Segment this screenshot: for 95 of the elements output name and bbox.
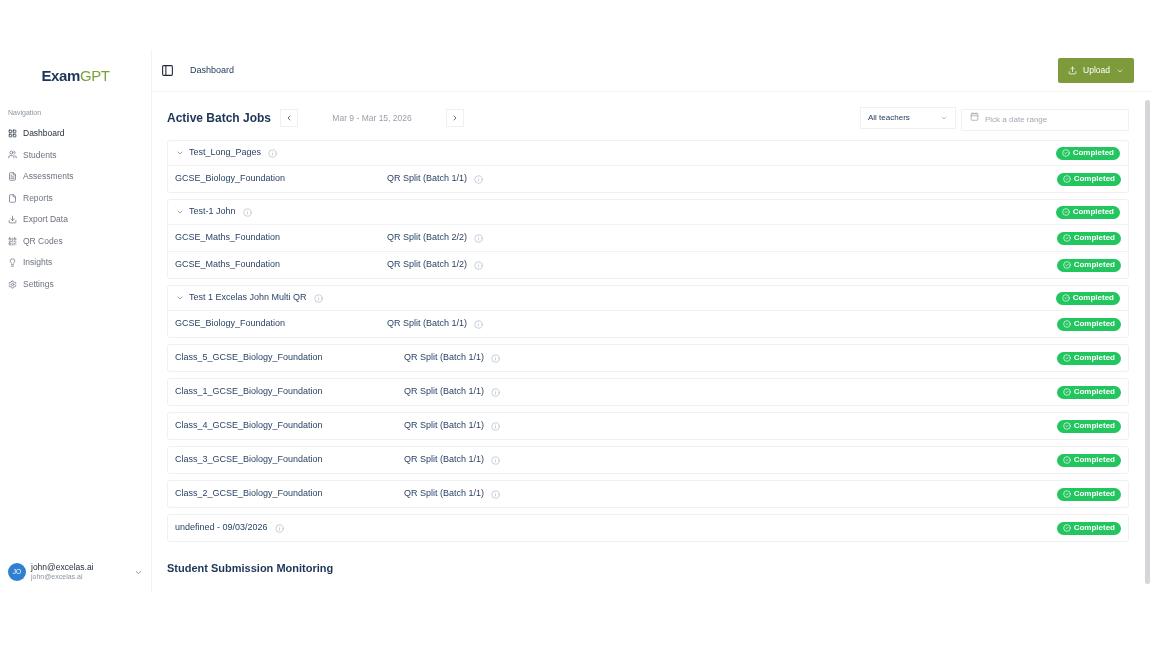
job-type: QR Split (Batch 1/1) [387, 317, 468, 331]
job-name[interactable]: GCSE_Biology_Foundation [175, 317, 387, 331]
status-badge: Completed [1055, 291, 1120, 305]
date-range-label: Mar 9 - Mar 15, 2026 [331, 111, 413, 125]
job-type: QR Split (Batch 1/1) [404, 487, 485, 501]
group-toggle[interactable]: Test-1 John [176, 205, 236, 219]
nav-item[interactable]: Insights [0, 252, 151, 274]
job-name[interactable]: GCSE_Maths_Foundation [175, 231, 387, 245]
job-type: QR Split (Batch 1/2) [387, 258, 468, 272]
previous-week-button[interactable] [280, 109, 299, 127]
status-badge: Completed [1056, 419, 1121, 433]
status-badge: Completed [1056, 487, 1121, 501]
file-icon [8, 193, 17, 203]
lightbulb-icon [8, 258, 17, 268]
status-badge: Completed [1056, 172, 1121, 186]
status-badge: Completed [1056, 351, 1121, 365]
status-badge: Completed [1056, 385, 1121, 399]
calendar-icon [970, 111, 979, 121]
users-icon [8, 150, 17, 160]
job-name[interactable]: Class_5_GCSE_Biology_Foundation [175, 351, 404, 365]
user-name: john@excelas.ai [31, 562, 95, 573]
check-circle-icon [1062, 354, 1071, 362]
status-badge: Completed [1056, 258, 1121, 272]
info-icon [474, 233, 484, 243]
check-circle-icon [1061, 208, 1070, 216]
teacher-filter-dropdown[interactable]: All teachers [860, 107, 956, 129]
upload-icon [1068, 66, 1078, 75]
status-badge: Completed [1056, 231, 1121, 245]
chevron-down-icon [940, 114, 948, 122]
group-toggle[interactable]: Test 1 Excelas John Multi QR [176, 291, 307, 305]
download-icon [8, 215, 17, 225]
nav-item[interactable]: Students [0, 144, 151, 166]
check-circle-icon [1062, 388, 1071, 396]
date-range-field[interactable]: Pick a date range [961, 108, 1129, 131]
info-icon [491, 455, 501, 465]
nav-item[interactable]: Export Data [0, 208, 151, 231]
section-title: Student Submission Monitoring [167, 561, 335, 576]
job-type: QR Split (Batch 1/1) [404, 453, 485, 467]
settings-icon [8, 279, 17, 289]
info-icon [491, 353, 501, 363]
qr-code-icon [8, 236, 17, 246]
job-name[interactable]: Class_4_GCSE_Biology_Foundation [175, 419, 404, 433]
check-circle-icon [1061, 149, 1070, 157]
grid-icon [8, 128, 17, 138]
check-circle-icon [1062, 490, 1071, 498]
status-badge: Completed [1056, 521, 1121, 535]
nav-item[interactable]: Assessments [0, 165, 151, 188]
info-icon [313, 293, 323, 303]
job-type: QR Split (Batch 1/1) [404, 385, 485, 399]
info-icon [242, 207, 252, 217]
job-name[interactable]: GCSE_Biology_Foundation [175, 172, 387, 186]
status-badge: Completed [1056, 317, 1121, 331]
job-type: QR Split (Batch 2/2) [387, 231, 468, 245]
check-circle-icon [1062, 456, 1071, 464]
logo-wordmark: ExamGPT [41, 65, 110, 86]
nav-item[interactable]: Dashboard [0, 122, 151, 145]
info-icon [274, 523, 284, 533]
info-icon [491, 489, 501, 499]
check-circle-icon [1062, 320, 1071, 328]
check-circle-icon [1062, 175, 1071, 183]
next-week-button[interactable] [446, 109, 465, 127]
job-name[interactable]: Class_1_GCSE_Biology_Foundation [175, 385, 404, 399]
job-name[interactable]: Class_2_GCSE_Biology_Foundation [175, 487, 404, 501]
job-type: QR Split (Batch 1/1) [404, 351, 485, 365]
check-circle-icon [1062, 234, 1071, 242]
chevron-down-icon [176, 149, 184, 157]
job-type: QR Split (Batch 1/1) [404, 419, 485, 433]
job-type: QR Split (Batch 1/1) [387, 172, 468, 186]
nav-item[interactable]: QR Codes [0, 230, 151, 253]
job-name[interactable]: Class_3_GCSE_Biology_Foundation [175, 453, 404, 467]
section-title: Active Batch Jobs [167, 110, 272, 127]
document-icon [8, 172, 17, 181]
info-icon [474, 174, 484, 184]
check-circle-icon [1061, 294, 1070, 302]
check-circle-icon [1062, 524, 1071, 532]
status-badge: Completed [1055, 205, 1120, 219]
sidebar-toggle-icon[interactable] [161, 64, 174, 77]
info-icon [474, 319, 484, 329]
check-circle-icon [1062, 422, 1071, 430]
info-icon [268, 148, 278, 158]
chevron-down-icon [176, 208, 184, 216]
group-toggle[interactable]: Test_Long_Pages [176, 146, 262, 160]
chevron-down-icon [176, 294, 184, 302]
job-name[interactable]: GCSE_Maths_Foundation [175, 258, 387, 272]
info-icon [491, 421, 501, 431]
check-circle-icon [1062, 261, 1071, 269]
status-badge: Completed [1056, 453, 1121, 467]
info-icon [474, 260, 484, 270]
breadcrumb: Dashboard [190, 63, 235, 77]
nav-item[interactable]: Reports [0, 187, 151, 209]
nav-item[interactable]: Settings [0, 273, 151, 296]
scrollbar[interactable] [1145, 100, 1150, 584]
info-icon [491, 387, 501, 397]
job-name[interactable]: undefined - 09/03/2026 [175, 521, 268, 535]
status-badge: Completed [1055, 146, 1120, 160]
